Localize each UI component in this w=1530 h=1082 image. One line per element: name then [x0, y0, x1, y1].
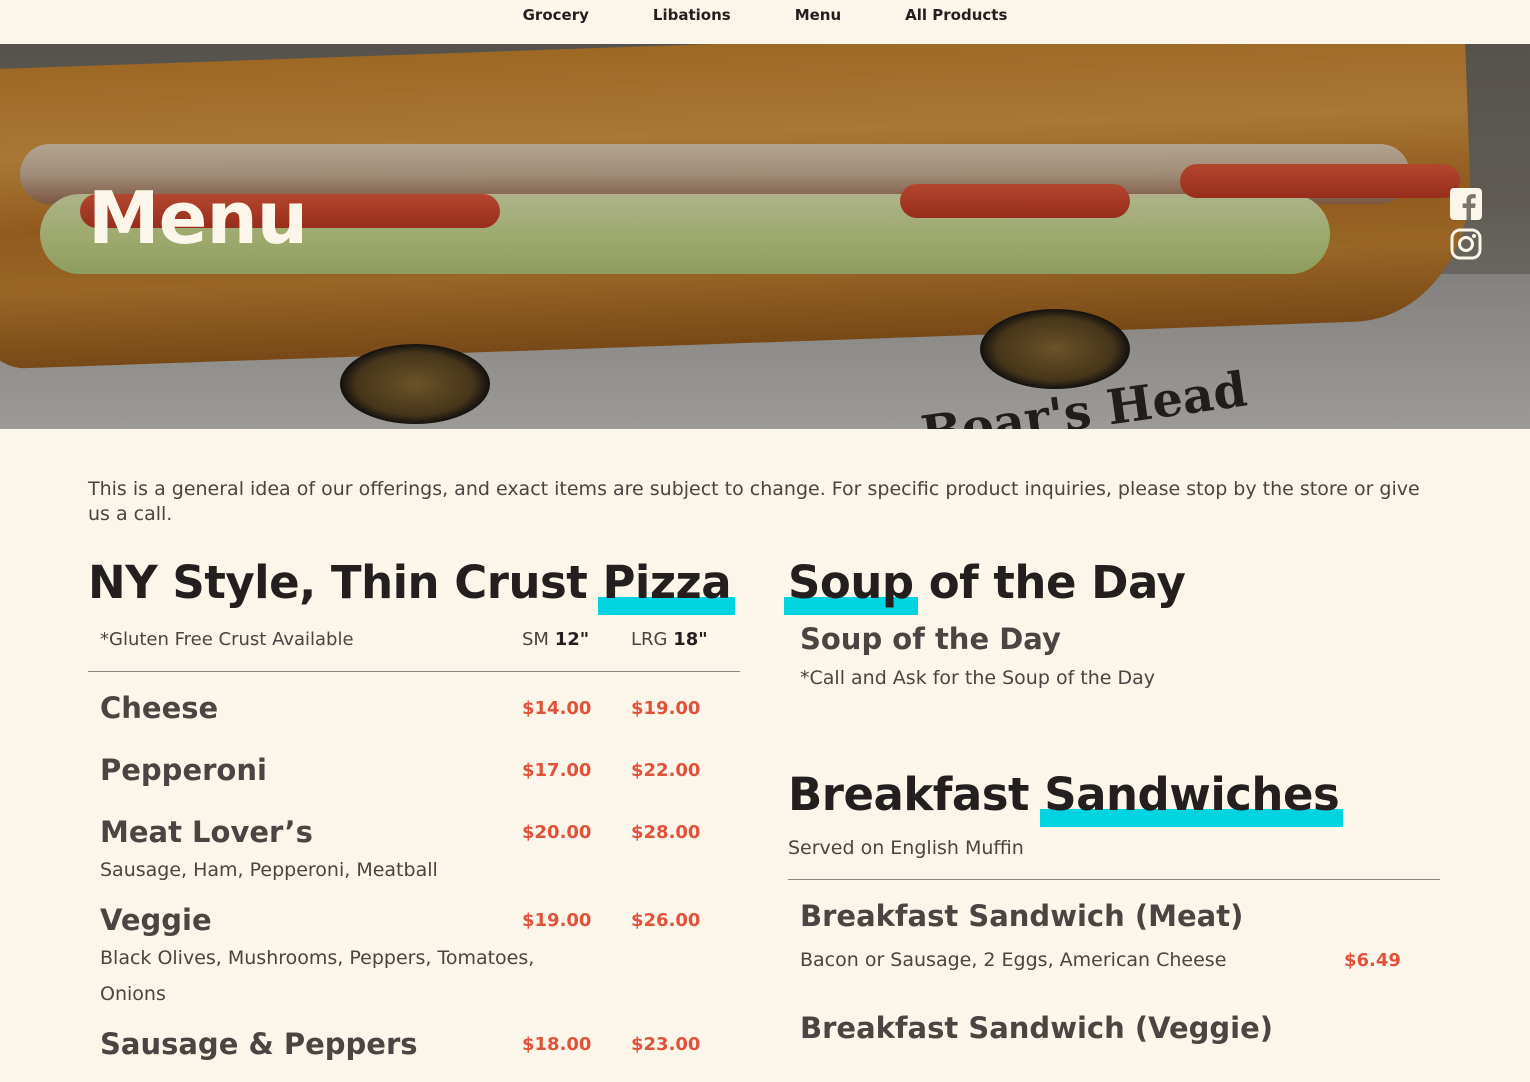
breakfast-heading: Breakfast Sandwiches [788, 767, 1440, 827]
soup-heading-text: of the Day [913, 556, 1186, 609]
pizza-heading-text: NY Style, Thin Crust [88, 556, 603, 609]
intro-text: This is a general idea of our offerings,… [88, 478, 1420, 525]
nav-link-menu[interactable]: Menu [795, 6, 841, 24]
menu-item-name: Breakfast Sandwich (Meat) [800, 899, 1244, 933]
menu-item-description: Black Olives, Mushrooms, Peppers, Tomato… [100, 947, 535, 1005]
facebook-icon[interactable] [1450, 188, 1482, 220]
small-size-label: SM 12" [522, 629, 631, 650]
price-large: $23.00 [631, 1033, 701, 1055]
price-large: $28.00 [631, 821, 701, 843]
breakfast-heading-highlight: Sandwiches [1040, 768, 1344, 827]
pizza-size-header: *Gluten Free Crust Available SM 12" LRG … [88, 619, 740, 672]
soup-item-name: Soup of the Day [800, 622, 1061, 656]
price-large: $22.00 [631, 759, 701, 781]
menu-item-name: Pepperoni [100, 753, 267, 787]
soup-heading-highlight: Soup [784, 556, 918, 615]
menu-item-description: Bacon or Sausage, 2 Eggs, American Chees… [800, 949, 1227, 971]
menu-item-veggie: Veggie $19.00 $26.00 Black Olives, Mushr… [88, 900, 740, 1012]
nav-link-grocery[interactable]: Grocery [523, 6, 589, 24]
menu-item-name: Breakfast Sandwich (Veggie) [800, 1011, 1274, 1045]
large-size-text: LRG [631, 628, 668, 650]
breakfast-heading-text: Breakfast [788, 768, 1045, 821]
menu-item-price: $6.49 [1344, 949, 1401, 971]
page-title: Menu [88, 176, 308, 260]
menu-item-pepperoni: Pepperoni $17.00 $22.00 [88, 750, 740, 790]
menu-item-name: Sausage & Peppers [100, 1027, 418, 1061]
breakfast-subtitle: Served on English Muffin [788, 837, 1440, 880]
gluten-free-note: *Gluten Free Crust Available [100, 628, 354, 650]
instagram-icon[interactable] [1450, 228, 1482, 260]
hero-banner: Boar's Head Menu [0, 44, 1530, 429]
menu-item-name: Veggie [100, 903, 212, 937]
top-navigation: Grocery Libations Menu All Products [0, 0, 1530, 44]
pizza-section: NY Style, Thin Crust Pizza *Gluten Free … [88, 555, 740, 1064]
price-small: $14.00 [522, 697, 592, 719]
menu-content: This is a general idea of our offerings,… [0, 477, 1530, 1064]
menu-item-breakfast-veggie: Breakfast Sandwich (Veggie) [788, 1008, 1440, 1048]
right-column: Soup of the Day Soup of the Day *Call an… [784, 555, 1440, 1064]
menu-item-name: Cheese [100, 691, 219, 725]
pizza-heading-highlight: Pizza [598, 556, 735, 615]
small-size-text: SM [522, 628, 549, 650]
price-large: $26.00 [631, 909, 701, 931]
menu-item-breakfast-meat: Breakfast Sandwich (Meat) Bacon or Sausa… [788, 896, 1440, 978]
nav-link-libations[interactable]: Libations [653, 6, 731, 24]
price-small: $18.00 [522, 1033, 592, 1055]
price-large: $19.00 [631, 697, 701, 719]
price-small: $19.00 [522, 909, 592, 931]
menu-item-description: Sausage, Ham, Pepperoni, Meatball [100, 859, 438, 881]
pizza-heading: NY Style, Thin Crust Pizza [88, 555, 740, 615]
nav-link-all-products[interactable]: All Products [905, 6, 1007, 24]
soup-heading: Soup of the Day [784, 555, 1440, 615]
menu-item-name: Meat Lover’s [100, 815, 313, 849]
small-size-value: 12" [554, 628, 590, 650]
large-size-value: 18" [673, 628, 708, 650]
menu-item-cheese: Cheese $14.00 $19.00 [88, 688, 740, 728]
menu-item-sausage-peppers: Sausage & Peppers $18.00 $23.00 [88, 1024, 740, 1064]
price-small: $17.00 [522, 759, 592, 781]
menu-item-meat-lovers: Meat Lover’s $20.00 $28.00 Sausage, Ham,… [88, 812, 740, 888]
large-size-label: LRG 18" [631, 629, 740, 650]
nav-links: Grocery Libations Menu All Products [523, 6, 1008, 24]
menu-columns: NY Style, Thin Crust Pizza *Gluten Free … [88, 555, 1442, 1064]
soup-note: *Call and Ask for the Soup of the Day [800, 667, 1156, 689]
social-links [1450, 188, 1482, 260]
price-small: $20.00 [522, 821, 592, 843]
